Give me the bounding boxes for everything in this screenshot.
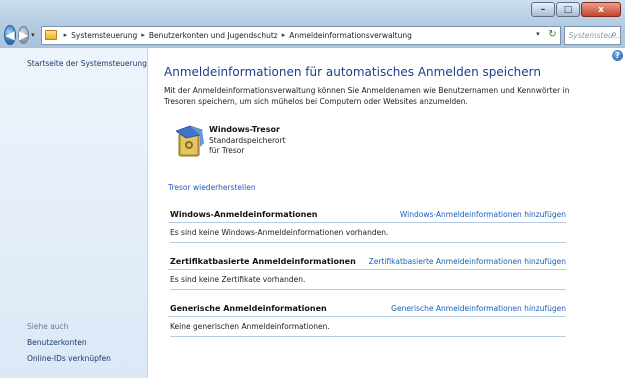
main-content: ? Anmeldeinformationen für automatisches… [148,48,625,378]
section-title: Generische Anmeldeinformationen [170,304,327,313]
maximize-button[interactable]: □ [556,2,580,17]
section-header: Windows-Anmeldeinformationen Windows-Anm… [168,210,566,223]
section-empty-message: Es sind keine Zertifikate vorhanden. [170,275,566,290]
vault-subtitle: für Tresor [209,146,245,155]
restore-vault-link[interactable]: Tresor wiederherstellen [168,183,256,192]
breadcrumb-separator[interactable]: ▸ [141,31,145,39]
window-titlebar: – □ x ◀ ▶ ▾ ▸ Systemsteuerung ▸ Benutzer… [0,0,625,48]
breadcrumb-separator[interactable]: ▸ [282,31,286,39]
vault-subtitle: Standardspeicherort [209,136,286,145]
section-title: Zertifikatbasierte Anmeldeinformationen [170,257,356,266]
search-input[interactable]: Systemsteu... ⌕ [563,25,621,45]
refresh-icon[interactable]: ↻ [548,29,556,40]
breadcrumb-systemsteuerung[interactable]: Systemsteuerung [71,31,137,40]
add-generic-credential-link[interactable]: Generische Anmeldeinformationen hinzufüg… [391,304,566,313]
search-icon[interactable]: ⌕ [611,29,617,40]
window-controls: – □ x [531,2,621,17]
breadcrumb-benutzerkonten[interactable]: Benutzerkonten und Jugendschutz [149,31,278,40]
forward-button[interactable]: ▶ [17,26,30,44]
help-icon[interactable]: ? [612,50,623,61]
section-title: Windows-Anmeldeinformationen [170,210,318,219]
vault-item[interactable]: Windows-Tresor Standardspeicherort für T… [172,125,372,165]
address-dropdown-button[interactable]: ▾ [536,30,540,38]
back-button[interactable]: ◀ [4,25,16,45]
sidebar-link-control-panel-home[interactable]: Startseite der Systemsteuerung [27,59,147,68]
breadcrumb-anmeldeinformationsverwaltung[interactable]: Anmeldeinformationsverwaltung [289,31,412,40]
certificate-credentials-section: Zertifikatbasierte Anmeldeinformationen … [168,257,566,290]
control-panel-folder-icon [44,30,57,40]
navigation-bar: ◀ ▶ ▾ ▸ Systemsteuerung ▸ Benutzerkonten… [4,24,621,46]
address-bar[interactable]: ▸ Systemsteuerung ▸ Benutzerkonten und J… [40,25,561,45]
sidebar-see-also-heading: Siehe auch [27,322,69,331]
section-empty-message: Es sind keine Windows-Anmeldeinformation… [170,228,566,243]
section-empty-message: Keine generischen Anmeldeinformationen. [170,322,566,337]
page-title: Anmeldeinformationen für automatisches A… [164,65,541,79]
close-button[interactable]: x [581,2,621,17]
sidebar-link-user-accounts[interactable]: Benutzerkonten [27,338,87,347]
vault-icon [176,125,204,157]
breadcrumb-separator[interactable]: ▸ [64,31,68,39]
sidebar-link-online-ids[interactable]: Online-IDs verknüpfen [27,354,111,363]
add-windows-credential-link[interactable]: Windows-Anmeldeinformationen hinzufügen [400,210,566,219]
recent-pages-dropdown[interactable]: ▾ [31,31,35,39]
section-header: Zertifikatbasierte Anmeldeinformationen … [168,257,566,270]
page-description: Mit der Anmeldeinformationsverwaltung kö… [164,86,570,106]
sidebar: Startseite der Systemsteuerung Siehe auc… [0,48,148,378]
add-certificate-credential-link[interactable]: Zertifikatbasierte Anmeldeinformationen … [369,257,566,266]
section-header: Generische Anmeldeinformationen Generisc… [168,304,566,317]
windows-credentials-section: Windows-Anmeldeinformationen Windows-Anm… [168,210,566,243]
vault-name: Windows-Tresor [209,125,280,134]
generic-credentials-section: Generische Anmeldeinformationen Generisc… [168,304,566,337]
minimize-button[interactable]: – [531,2,555,17]
